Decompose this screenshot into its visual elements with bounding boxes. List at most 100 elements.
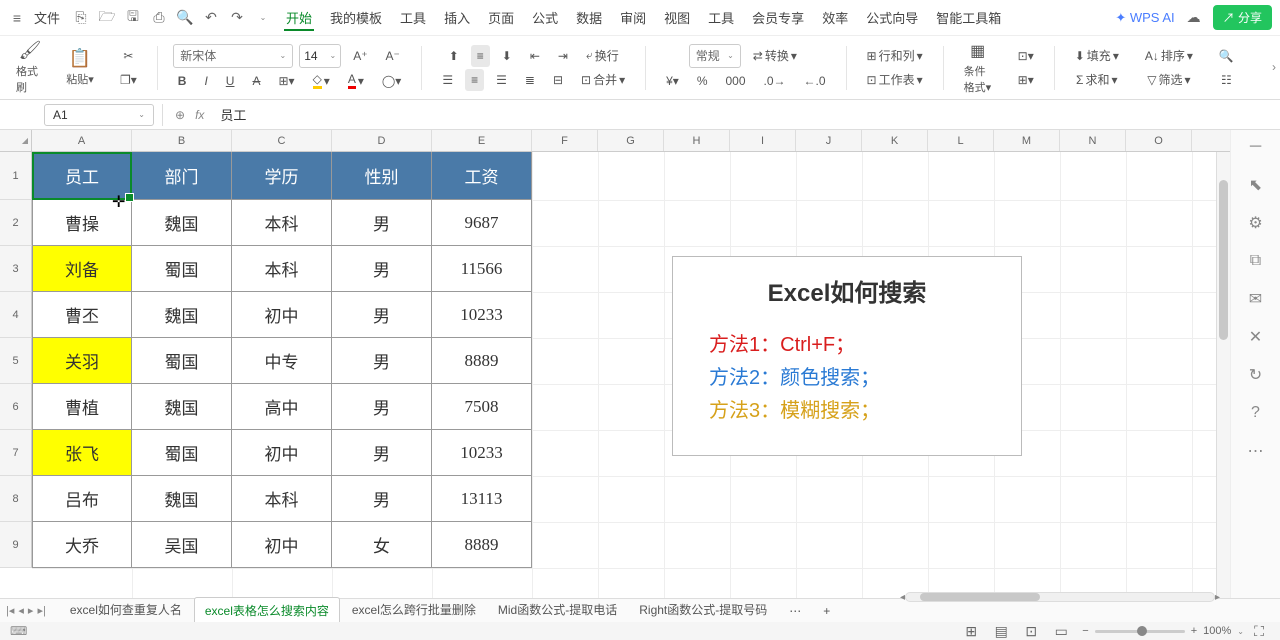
data-cell[interactable]: 8889 — [432, 522, 532, 568]
percent-button[interactable]: % — [691, 70, 714, 92]
spreadsheet-grid[interactable]: ◢ ABCDEFGHIJKLMNO 123456789 员工部门学历性别工资曹操… — [0, 130, 1230, 604]
data-cell[interactable]: 吕布 — [32, 476, 132, 522]
cut-button[interactable]: ✂ — [117, 45, 139, 67]
ribbon-expand-icon[interactable]: › — [1272, 60, 1276, 74]
qat-dropdown-icon[interactable]: ⌄ — [254, 9, 272, 27]
row-header-3[interactable]: 3 — [0, 246, 32, 292]
row-header-8[interactable]: 8 — [0, 476, 32, 522]
menu-公式向导[interactable]: 公式向导 — [864, 4, 920, 31]
menu-数据[interactable]: 数据 — [574, 4, 604, 31]
menu-效率[interactable]: 效率 — [820, 4, 850, 31]
sheet-tab[interactable]: excel如何查重复人名 — [60, 597, 192, 624]
wrap-text-button[interactable]: ⤶换行 — [580, 45, 625, 67]
fullscreen-icon[interactable]: ⛶ — [1250, 622, 1268, 640]
save-icon[interactable]: 🖫 — [124, 9, 142, 27]
add-sheet-button[interactable]: + — [813, 600, 840, 622]
sheet-tab[interactable]: Right函数公式-提取号码 — [629, 597, 777, 624]
col-header-B[interactable]: B — [132, 130, 232, 151]
data-cell[interactable]: 蜀国 — [132, 338, 232, 384]
data-cell[interactable]: 吴国 — [132, 522, 232, 568]
copy-button[interactable]: ❐▾ — [114, 69, 143, 91]
new-icon[interactable]: ⎘ — [72, 9, 90, 27]
data-cell[interactable]: 男 — [332, 246, 432, 292]
table-style-button[interactable]: ⊞▾ — [1012, 69, 1040, 91]
row-header-7[interactable]: 7 — [0, 430, 32, 476]
history-icon[interactable]: ↻ — [1245, 364, 1267, 386]
data-cell[interactable]: 男 — [332, 338, 432, 384]
col-header-D[interactable]: D — [332, 130, 432, 151]
tab-last-icon[interactable]: ▸| — [37, 604, 45, 617]
settings-icon[interactable]: ⚙ — [1245, 212, 1267, 234]
cell-style-button[interactable]: ⊡▾ — [1012, 45, 1040, 67]
row-header-5[interactable]: 5 — [0, 338, 32, 384]
wps-ai-button[interactable]: ✦ WPS AI — [1115, 10, 1174, 26]
open-icon[interactable]: 🗁 — [98, 9, 116, 27]
sum-button[interactable]: Σ 求和▾ — [1070, 69, 1123, 91]
view-normal-icon[interactable]: ⊞ — [962, 622, 980, 640]
row-header-6[interactable]: 6 — [0, 384, 32, 430]
find-button[interactable]: 🔍 — [1213, 45, 1240, 67]
border-button[interactable]: ⊞▾ — [272, 70, 300, 92]
italic-button[interactable]: I — [198, 70, 213, 92]
vertical-scrollbar[interactable] — [1216, 152, 1230, 604]
data-cell[interactable]: 本科 — [232, 200, 332, 246]
data-cell[interactable]: 刘备 — [32, 246, 132, 292]
data-cell[interactable]: 魏国 — [132, 384, 232, 430]
comma-button[interactable]: 000 — [719, 70, 751, 92]
data-cell[interactable]: 13113 — [432, 476, 532, 522]
header-cell[interactable]: 部门 — [132, 152, 232, 200]
file-menu[interactable]: 文件 — [34, 8, 60, 27]
data-cell[interactable]: 8889 — [432, 338, 532, 384]
menu-我的模板[interactable]: 我的模板 — [328, 4, 384, 31]
sort-button[interactable]: A↓ 排序▾ — [1139, 45, 1199, 67]
align-bottom-button[interactable]: ⬇ — [496, 45, 518, 67]
data-cell[interactable]: 魏国 — [132, 476, 232, 522]
col-header-G[interactable]: G — [598, 130, 664, 151]
data-cell[interactable]: 本科 — [232, 246, 332, 292]
data-cell[interactable]: 曹操 — [32, 200, 132, 246]
layers-icon[interactable]: ⧉ — [1245, 250, 1267, 272]
font-size-select[interactable]: 14⌄ — [299, 44, 341, 68]
rowcol-button[interactable]: ⊞ 行和列▾ — [861, 45, 929, 67]
zoom-cell-icon[interactable]: ⊕ — [175, 108, 185, 122]
align-left-button[interactable]: ☰ — [436, 69, 459, 91]
font-color-button[interactable]: A▾ — [342, 70, 370, 92]
data-cell[interactable]: 男 — [332, 200, 432, 246]
currency-button[interactable]: ¥▾ — [660, 70, 685, 92]
justify-button[interactable]: ≣ — [519, 69, 541, 91]
header-cell[interactable]: 工资 — [432, 152, 532, 200]
menu-智能工具箱[interactable]: 智能工具箱 — [934, 4, 1003, 31]
menu-审阅[interactable]: 审阅 — [618, 4, 648, 31]
data-cell[interactable]: 女 — [332, 522, 432, 568]
tab-more-icon[interactable]: ⋯ — [779, 600, 811, 622]
data-cell[interactable]: 张飞 — [32, 430, 132, 476]
data-cell[interactable]: 初中 — [232, 292, 332, 338]
minus-icon[interactable]: ─ — [1245, 136, 1267, 158]
col-header-M[interactable]: M — [994, 130, 1060, 151]
align-center-button[interactable]: ≡ — [465, 69, 484, 91]
data-cell[interactable]: 初中 — [232, 522, 332, 568]
data-cell[interactable]: 11566 — [432, 246, 532, 292]
print-icon[interactable]: ⎙ — [150, 9, 168, 27]
fx-icon[interactable]: fx — [195, 108, 204, 122]
more-panel-icon[interactable]: ⋯ — [1245, 440, 1267, 462]
bold-button[interactable]: B — [172, 70, 193, 92]
tab-prev-icon[interactable]: ◂ — [18, 604, 24, 617]
tab-first-icon[interactable]: |◂ — [6, 604, 14, 617]
share-button[interactable]: ↗ 分享 — [1213, 5, 1272, 30]
redo-icon[interactable]: ↷ — [228, 9, 246, 27]
menu-icon[interactable]: ≡ — [8, 9, 26, 27]
formula-input[interactable]: 员工 — [212, 105, 1270, 124]
col-header-I[interactable]: I — [730, 130, 796, 151]
cond-format-button[interactable]: ▦条件格式▾ — [958, 46, 998, 90]
view-break-icon[interactable]: ⊡ — [1022, 622, 1040, 640]
col-header-J[interactable]: J — [796, 130, 862, 151]
indent-increase-button[interactable]: ⇥ — [552, 45, 574, 67]
menu-公式[interactable]: 公式 — [530, 4, 560, 31]
col-header-O[interactable]: O — [1126, 130, 1192, 151]
paste-button[interactable]: 📋粘贴▾ — [60, 46, 100, 90]
data-cell[interactable]: 9687 — [432, 200, 532, 246]
align-right-button[interactable]: ☰ — [490, 69, 513, 91]
view-read-icon[interactable]: ▭ — [1052, 622, 1070, 640]
select-all-corner[interactable]: ◢ — [0, 130, 32, 152]
